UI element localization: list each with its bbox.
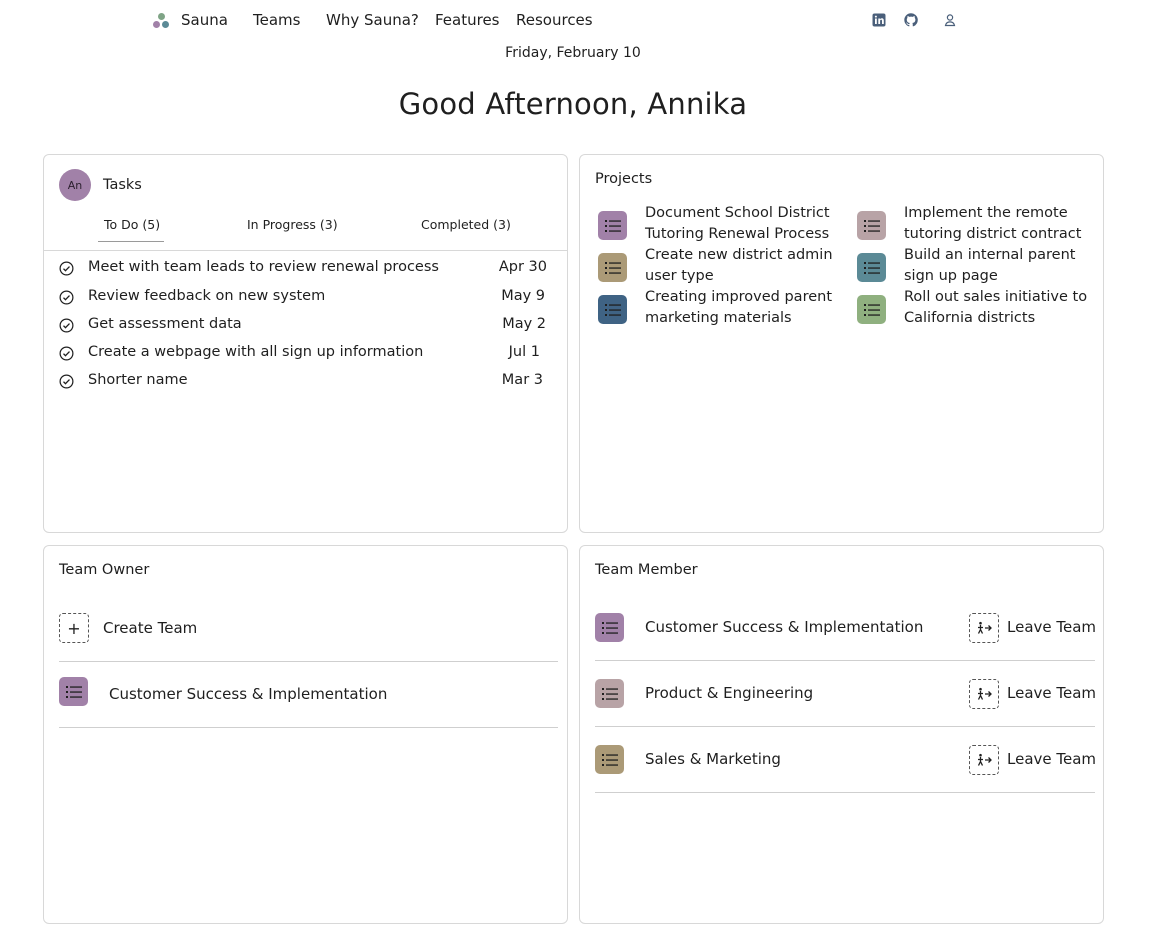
nav-link-teams[interactable]: Teams: [253, 11, 300, 29]
check-circle-icon[interactable]: [59, 318, 74, 333]
check-circle-icon[interactable]: [59, 374, 74, 389]
leave-team-icon: [977, 621, 992, 634]
team-member-title: Team Member: [595, 562, 698, 578]
team-list-icon[interactable]: [595, 613, 624, 642]
team-list-icon[interactable]: [59, 677, 88, 706]
team-owner-card: Team Owner + Create Team Customer Succes…: [43, 545, 568, 924]
project-name[interactable]: Create new district admin user type: [645, 245, 845, 287]
member-team-name[interactable]: Product & Engineering: [645, 684, 813, 702]
task-row[interactable]: Create a webpage with all sign up inform…: [59, 344, 540, 364]
create-team-label[interactable]: Create Team: [103, 619, 197, 637]
project-name[interactable]: Implement the remote tutoring district c…: [904, 203, 1104, 245]
divider: [595, 792, 1095, 793]
task-title: Get assessment data: [88, 316, 242, 332]
divider: [595, 726, 1095, 727]
leave-team-icon: [977, 687, 992, 700]
project-name[interactable]: Build an internal parent sign up page: [904, 245, 1104, 287]
task-title: Create a webpage with all sign up inform…: [88, 344, 424, 360]
project-list-icon[interactable]: [857, 253, 886, 282]
brand-name[interactable]: Sauna: [181, 11, 228, 29]
check-circle-icon[interactable]: [59, 346, 74, 361]
project-name[interactable]: Creating improved parent marketing mater…: [645, 287, 845, 329]
user-icon[interactable]: [943, 13, 957, 27]
task-due-date: May 9: [501, 288, 545, 304]
leave-team-button[interactable]: [969, 613, 999, 643]
linkedin-icon[interactable]: [872, 13, 886, 27]
task-due-date: Apr 30: [498, 259, 547, 275]
nav-link-features[interactable]: Features: [435, 11, 500, 29]
sauna-logo-icon[interactable]: [153, 13, 171, 29]
task-row[interactable]: Shorter name Mar 3: [59, 372, 543, 392]
top-nav: Sauna Teams Why Sauna? Features Resource…: [0, 0, 1154, 42]
task-due-date: Jul 1: [508, 344, 540, 360]
leave-team-label[interactable]: Leave Team: [1007, 618, 1096, 636]
team-list-icon[interactable]: [595, 745, 624, 774]
task-title: Review feedback on new system: [88, 288, 326, 304]
project-list-icon[interactable]: [857, 211, 886, 240]
task-title: Meet with team leads to review renewal p…: [88, 259, 439, 275]
owned-team-name[interactable]: Customer Success & Implementation: [109, 685, 387, 703]
avatar[interactable]: An: [59, 169, 91, 201]
current-date: Friday, February 10: [505, 45, 641, 61]
leave-team-label[interactable]: Leave Team: [1007, 750, 1096, 768]
task-row[interactable]: Get assessment data May 2: [59, 316, 546, 336]
github-icon[interactable]: [904, 13, 918, 27]
project-list-icon[interactable]: [598, 295, 627, 324]
member-team-name[interactable]: Sales & Marketing: [645, 750, 781, 768]
task-title: Shorter name: [88, 372, 188, 388]
task-row[interactable]: Meet with team leads to review renewal p…: [59, 259, 547, 279]
member-team-name[interactable]: Customer Success & Implementation: [645, 618, 923, 636]
task-due-date: May 2: [502, 316, 546, 332]
nav-link-resources[interactable]: Resources: [516, 11, 593, 29]
check-circle-icon[interactable]: [59, 261, 74, 276]
leave-team-icon: [977, 753, 992, 766]
task-due-date: Mar 3: [501, 372, 543, 388]
team-list-icon[interactable]: [595, 679, 624, 708]
project-name[interactable]: Document School District Tutoring Renewa…: [645, 203, 845, 245]
tab-to-do[interactable]: To Do (5): [104, 217, 160, 232]
create-team-button[interactable]: +: [59, 613, 89, 643]
task-row[interactable]: Review feedback on new system May 9: [59, 288, 545, 308]
team-owner-title: Team Owner: [59, 562, 150, 578]
divider: [59, 727, 558, 728]
plus-icon: +: [67, 618, 81, 638]
active-tab-indicator: [98, 241, 164, 242]
project-list-icon[interactable]: [598, 253, 627, 282]
nav-link-why-sauna[interactable]: Why Sauna?: [326, 11, 419, 29]
project-list-icon[interactable]: [857, 295, 886, 324]
greeting-heading: Good Afternoon, Annika: [398, 87, 748, 121]
projects-card: Projects Document School District Tutori…: [579, 154, 1104, 533]
leave-team-button[interactable]: [969, 679, 999, 709]
divider: [595, 660, 1095, 661]
team-member-card: Team Member Customer Success & Implement…: [579, 545, 1104, 924]
divider: [59, 661, 558, 662]
tab-in-progress[interactable]: In Progress (3): [247, 217, 338, 232]
check-circle-icon[interactable]: [59, 290, 74, 305]
project-list-icon[interactable]: [598, 211, 627, 240]
tabs-divider: [44, 250, 567, 251]
projects-title: Projects: [595, 171, 653, 187]
leave-team-label[interactable]: Leave Team: [1007, 684, 1096, 702]
tab-completed[interactable]: Completed (3): [421, 217, 511, 232]
tasks-title: Tasks: [103, 177, 142, 193]
project-name[interactable]: Roll out sales initiative to California …: [904, 287, 1104, 329]
leave-team-button[interactable]: [969, 745, 999, 775]
tasks-card: An Tasks To Do (5) In Progress (3) Compl…: [43, 154, 568, 533]
